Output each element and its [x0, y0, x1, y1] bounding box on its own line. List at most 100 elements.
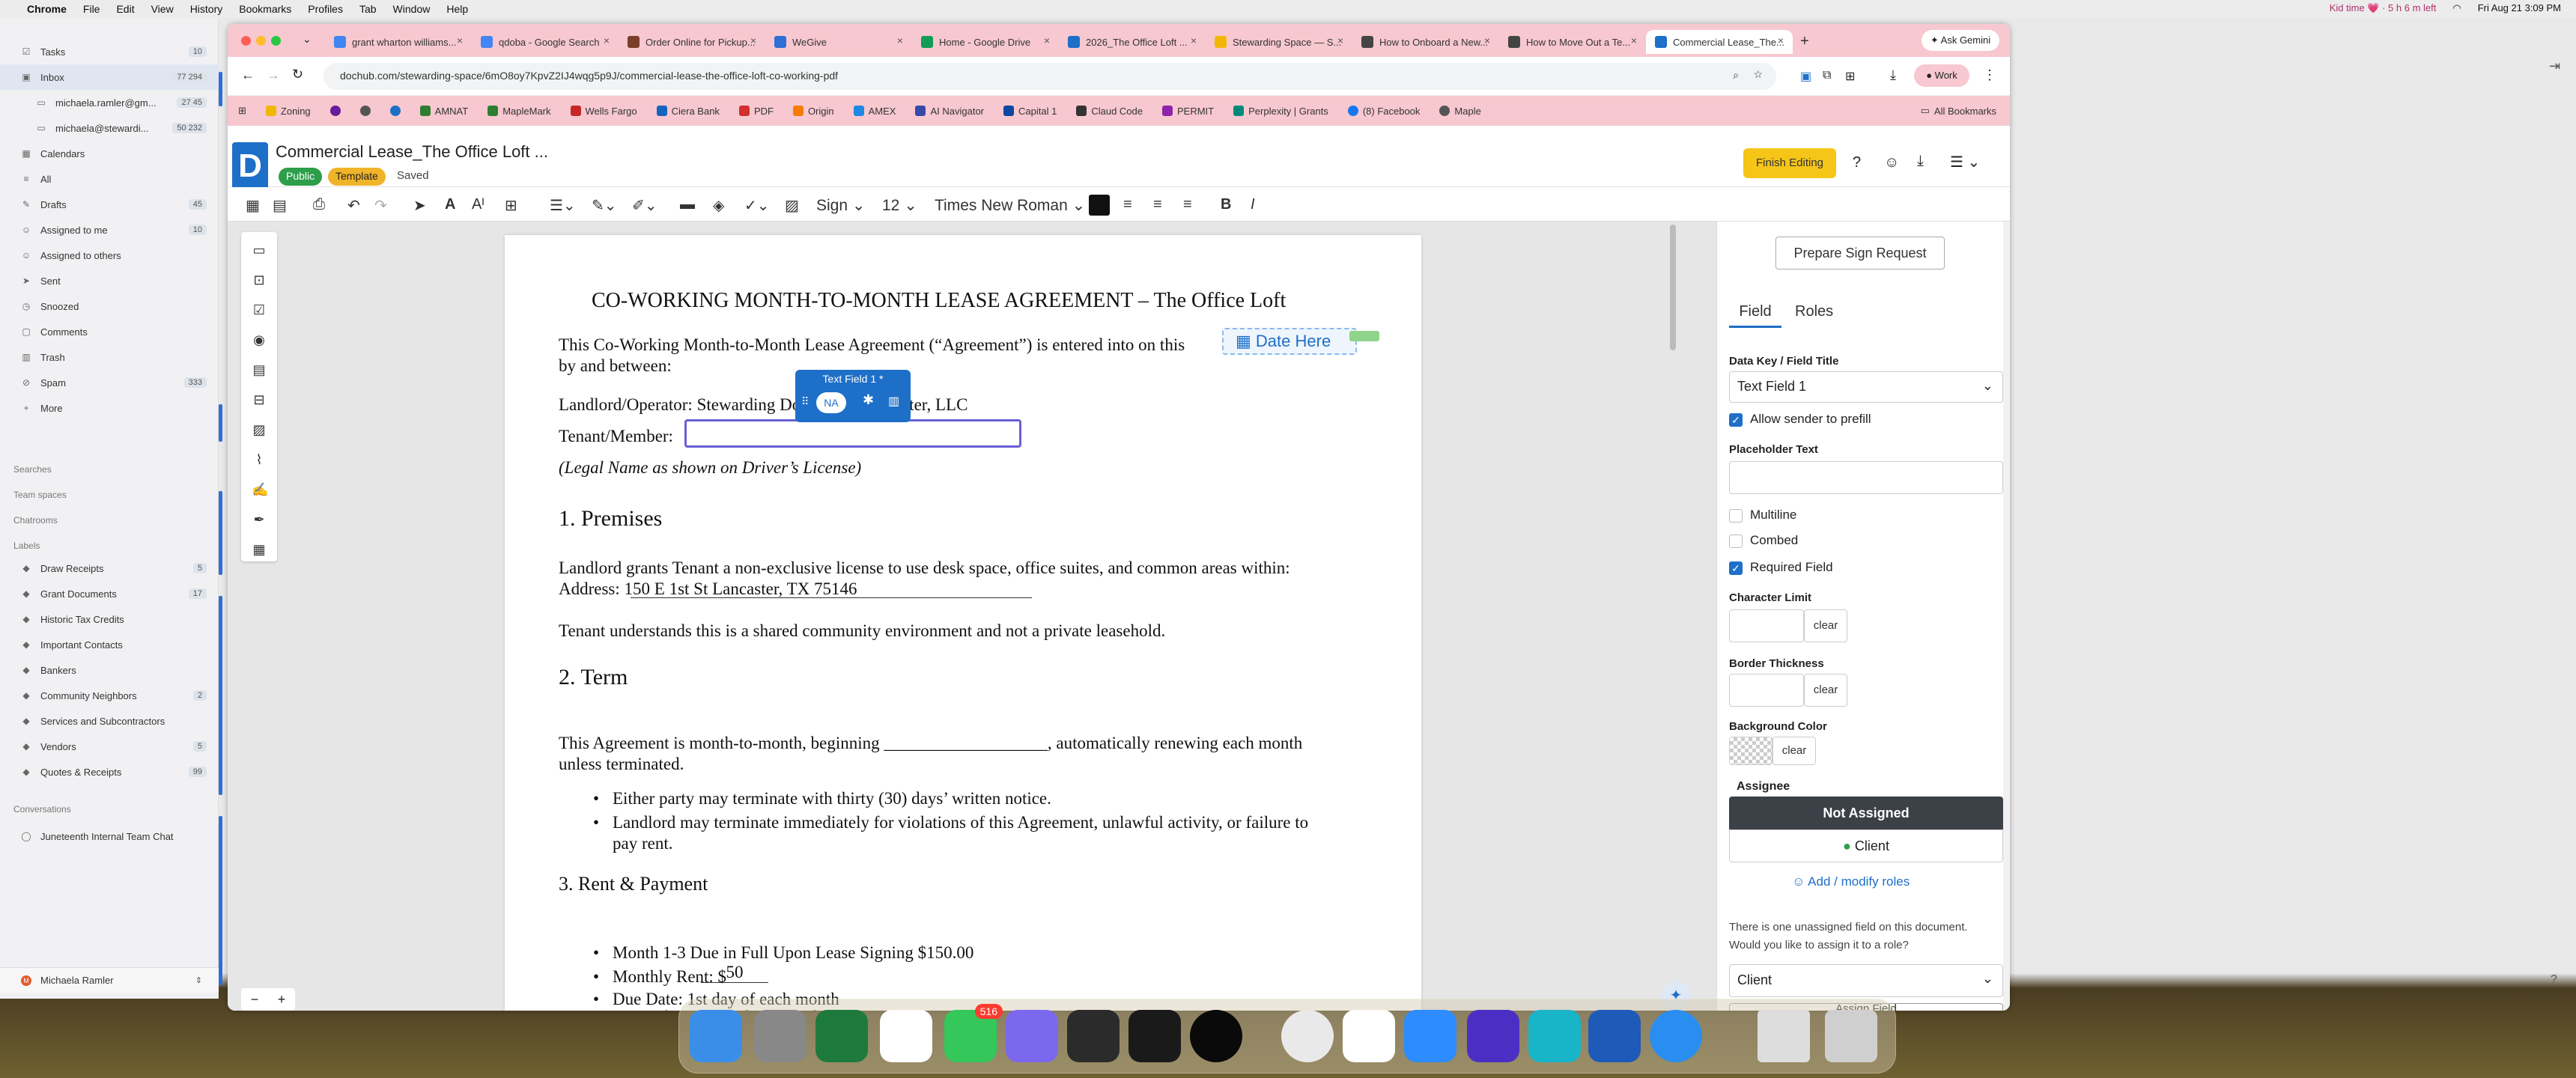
- bookmark-maplemark[interactable]: MapleMark: [487, 106, 551, 117]
- close-tab-icon[interactable]: ×: [457, 34, 463, 46]
- align-center-icon[interactable]: ≡: [1153, 196, 1162, 213]
- section-conversations[interactable]: Conversations: [13, 804, 71, 814]
- safari-icon[interactable]: [1650, 1010, 1702, 1062]
- section-searches[interactable]: Searches: [13, 464, 52, 475]
- template-badge[interactable]: Template: [328, 168, 386, 186]
- highlighter-icon[interactable]: ✐⌄: [632, 196, 657, 215]
- border-thickness-input[interactable]: [1729, 674, 1804, 707]
- required-asterisk-icon[interactable]: ✱: [863, 392, 874, 408]
- add-field-icon[interactable]: ⊞: [505, 196, 517, 215]
- tab-qdoba[interactable]: qdoba - Google Search ×: [472, 30, 619, 54]
- canva-icon[interactable]: [1528, 1010, 1581, 1062]
- tab-search-chevron-icon[interactable]: ⌄: [303, 33, 312, 46]
- zoom-out-button[interactable]: −: [251, 992, 259, 1008]
- conversation-juneteenth[interactable]: ◯ Juneteenth Internal Team Chat: [0, 823, 219, 849]
- signature-tool-icon[interactable]: ✍: [252, 482, 268, 497]
- mail-nav-trash[interactable]: ▥ Trash: [0, 344, 219, 370]
- comment-icon[interactable]: ▬: [680, 196, 695, 213]
- label-draw-receipts[interactable]: ◆ Draw Receipts 5: [0, 555, 219, 581]
- calendar-icon[interactable]: [880, 1010, 932, 1062]
- zoom-in-button[interactable]: +: [278, 992, 286, 1008]
- close-tab-icon[interactable]: ×: [1778, 34, 1784, 46]
- label-community-neighbors[interactable]: ◆ Community Neighbors 2: [0, 683, 219, 708]
- capcut-icon[interactable]: [1067, 1010, 1120, 1062]
- close-tab-icon[interactable]: ×: [1484, 34, 1490, 46]
- tab-grant-wharton[interactable]: grant wharton williams... ×: [325, 30, 472, 54]
- check-icon[interactable]: ✓⌄: [744, 196, 770, 215]
- bg-color-swatch[interactable]: [1729, 737, 1772, 765]
- dochub-extension-icon[interactable]: ▣: [1800, 69, 1811, 84]
- close-tab-icon[interactable]: ×: [897, 34, 903, 46]
- download-icon[interactable]: ⤓: [1890, 67, 1896, 83]
- all-bookmarks-button[interactable]: ▭ All Bookmarks: [1921, 105, 1996, 117]
- bookmark-icon-1[interactable]: [329, 106, 341, 116]
- bookmark-perplexity[interactable]: Perplexity | Grants: [1233, 106, 1328, 117]
- close-tab-icon[interactable]: ×: [1631, 34, 1637, 46]
- clickup-icon[interactable]: [1006, 1010, 1058, 1062]
- bookmark-ciera[interactable]: Ciera Bank: [656, 106, 720, 117]
- initials-sign-tool-icon[interactable]: ✒: [252, 512, 267, 527]
- mail-nav-tasks[interactable]: ☑ Tasks 10: [0, 39, 219, 64]
- pages-icon[interactable]: ▤: [273, 196, 287, 215]
- label-important-contacts[interactable]: ◆ Important Contacts: [0, 632, 219, 657]
- image-tool-icon[interactable]: ▨: [252, 422, 267, 437]
- more-vert-icon[interactable]: ⋮: [1983, 67, 1996, 83]
- tab-field[interactable]: Field: [1729, 295, 1781, 328]
- url-input[interactable]: dochub.com/stewarding-space/6mO8oy7KpvZ2…: [323, 63, 1776, 90]
- bold-icon[interactable]: B: [1221, 196, 1231, 213]
- border-clear-button[interactable]: clear: [1804, 674, 1847, 707]
- add-modify-roles-link[interactable]: ☺ Add / modify roles: [1792, 874, 1910, 889]
- bookmark-icon-3[interactable]: [389, 106, 401, 116]
- menu-view[interactable]: View: [151, 3, 174, 15]
- label-services[interactable]: ◆ Services and Subcontractors: [0, 708, 219, 734]
- label-historic-tax[interactable]: ◆ Historic Tax Credits: [0, 606, 219, 632]
- bookmark-star-icon[interactable]: ☆: [1753, 68, 1763, 81]
- data-key-select[interactable]: Text Field 1 ⌄: [1729, 371, 2003, 403]
- required-field-checkbox[interactable]: ✓: [1729, 561, 1743, 575]
- field-na-toggle[interactable]: NA: [816, 392, 846, 413]
- tab-roles[interactable]: Roles: [1795, 295, 1833, 328]
- trash-icon[interactable]: [1825, 1010, 1877, 1062]
- gamma-icon[interactable]: [1467, 1010, 1519, 1062]
- text-tool-icon[interactable]: A: [445, 196, 455, 213]
- excel-icon[interactable]: [815, 1010, 868, 1062]
- mail-account-stewarding[interactable]: ▭ michaela@stewardi... 50 232: [0, 115, 219, 141]
- public-badge[interactable]: Public: [279, 168, 323, 186]
- bookmark-wells-fargo[interactable]: Wells Fargo: [570, 106, 637, 117]
- close-tab-icon[interactable]: ×: [750, 34, 756, 46]
- acrobat-icon[interactable]: [1343, 1010, 1395, 1062]
- pen-icon[interactable]: ✎⌄: [592, 196, 617, 215]
- initials-tool-icon[interactable]: ⊡: [252, 272, 267, 287]
- section-labels[interactable]: Labels: [13, 540, 40, 551]
- chatgpt-icon[interactable]: [1190, 1010, 1242, 1062]
- attachment-tool-icon[interactable]: ⌇: [252, 452, 267, 467]
- select-cursor-icon[interactable]: ➤: [413, 196, 426, 215]
- redo-icon[interactable]: ↷: [374, 196, 387, 215]
- text-color-swatch[interactable]: [1089, 195, 1110, 216]
- apps-grid-icon[interactable]: ⊞: [238, 105, 246, 117]
- align-right-icon[interactable]: ≡: [1183, 196, 1192, 213]
- extension-icon[interactable]: ⧉: [1823, 69, 1831, 82]
- mail-nav-all[interactable]: ≡ All: [0, 166, 219, 192]
- menu-bookmarks[interactable]: Bookmarks: [239, 3, 291, 15]
- zoom-icon[interactable]: [1404, 1010, 1456, 1062]
- collapse-icon[interactable]: ⇥: [2549, 58, 2560, 74]
- voice-memos-icon[interactable]: [1128, 1010, 1181, 1062]
- tab-move-out[interactable]: How to Move Out a Te... ×: [1499, 30, 1646, 54]
- tab-order-online[interactable]: Order Online for Pickup... ×: [619, 30, 765, 54]
- menu-profiles[interactable]: Profiles: [308, 3, 343, 15]
- menu-history[interactable]: History: [190, 3, 223, 15]
- mail-nav-inbox[interactable]: ▣ Inbox 77 294: [0, 64, 219, 90]
- thumbnails-icon[interactable]: ▦: [246, 196, 260, 215]
- image-icon[interactable]: ▨: [785, 196, 799, 215]
- bookmark-ai-navigator[interactable]: AI Navigator: [915, 106, 984, 117]
- dropdown-tool-icon[interactable]: ▤: [252, 362, 267, 377]
- account-switcher[interactable]: M Michaela Ramler ⇕: [0, 967, 219, 993]
- font-family-dropdown[interactable]: Times New Roman ⌄: [935, 196, 1085, 215]
- print-icon[interactable]: ⎙: [313, 196, 325, 213]
- bookmark-claud-code[interactable]: Claud Code: [1076, 106, 1143, 117]
- sign-dropdown[interactable]: Sign ⌄: [816, 196, 865, 215]
- menu-help[interactable]: Help: [446, 3, 468, 15]
- mail-nav-sent[interactable]: ➤ Sent: [0, 268, 219, 293]
- messages-icon[interactable]: 516: [944, 1004, 1003, 1062]
